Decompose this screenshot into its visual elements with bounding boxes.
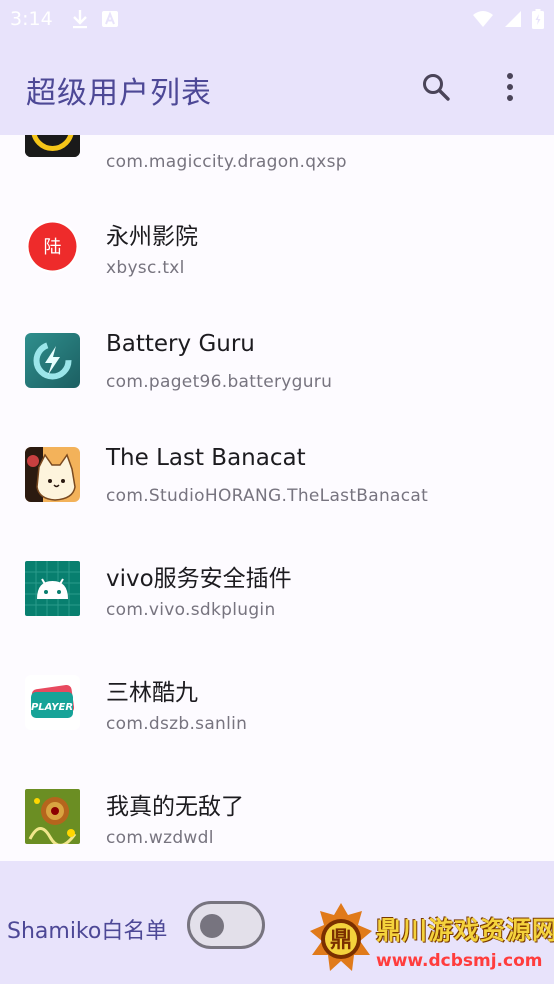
- list-item[interactable]: PLAYER 三林酷九 com.dszb.sanlin: [0, 647, 554, 761]
- shamiko-whitelist-label: Shamiko白名单: [7, 919, 168, 944]
- app-name: 我真的无敌了: [106, 794, 244, 820]
- watermark-url: www.dcbsmj.com: [376, 951, 543, 971]
- list-item[interactable]: 我真的无敌了 com.wzdwdl: [0, 761, 554, 861]
- signal-icon: [505, 11, 521, 27]
- player-icon-text: PLAYER: [31, 702, 73, 713]
- list-item[interactable]: com.magiccity.dragon.qxsp: [0, 135, 554, 172]
- status-system-icons: [472, 9, 544, 29]
- app-name: 永州影院: [106, 224, 198, 250]
- a-badge-icon: [101, 11, 118, 27]
- wifi-icon: [473, 11, 493, 27]
- app-bar: 超级用户列表: [0, 38, 554, 135]
- list-item[interactable]: 陆 永州影院 xbysc.txl: [0, 191, 554, 305]
- status-time: 3:14: [10, 8, 53, 30]
- bottom-panel: Shamiko白名单 鼎 鼎川游戏资源网 www.dcbsmj.com: [0, 861, 554, 984]
- battery-icon: [532, 9, 544, 29]
- app-package: com.magiccity.dragon.qxsp: [106, 152, 347, 172]
- search-icon[interactable]: [420, 71, 452, 103]
- cat-icon: [25, 447, 80, 502]
- list-item[interactable]: vivo服务安全插件 com.vivo.sdkplugin: [0, 533, 554, 647]
- shamiko-whitelist-switch[interactable]: [187, 901, 265, 949]
- battery-guru-icon: [25, 333, 80, 388]
- app-package: com.vivo.sdkplugin: [106, 600, 276, 620]
- download-icon: [72, 10, 87, 29]
- app-package: com.wzdwdl: [106, 828, 214, 848]
- app-name: The Last Banacat: [106, 445, 306, 471]
- app-package: xbysc.txl: [106, 258, 185, 278]
- app-package: com.dszb.sanlin: [106, 714, 248, 734]
- watermark: 鼎 鼎川游戏资源网 www.dcbsmj.com: [308, 901, 554, 984]
- android-icon: [25, 561, 80, 616]
- app-name: Battery Guru: [106, 331, 255, 357]
- superuser-app-list[interactable]: com.magiccity.dragon.qxsp 陆 永州影院 xbysc.t…: [0, 135, 554, 861]
- page-title: 超级用户列表: [26, 76, 212, 111]
- red-circle-icon: 陆: [25, 219, 80, 274]
- watermark-title: 鼎川游戏资源网: [376, 916, 554, 945]
- app-name: 三林酷九: [106, 680, 198, 706]
- watermark-logo-text: 鼎: [330, 928, 352, 953]
- app-package: com.paget96.batteryguru: [106, 372, 333, 392]
- red-circle-icon-text: 陆: [44, 237, 62, 258]
- game-art-icon: [25, 789, 80, 844]
- status-bar: 3:14: [0, 0, 554, 38]
- list-item[interactable]: Battery Guru com.paget96.batteryguru: [0, 305, 554, 419]
- play-circle-icon: [25, 135, 80, 157]
- watermark-logo: 鼎: [310, 903, 372, 971]
- list-item[interactable]: The Last Banacat com.StudioHORANG.TheLas…: [0, 419, 554, 533]
- app-name: vivo服务安全插件: [106, 566, 292, 592]
- player-icon: PLAYER: [25, 675, 80, 730]
- switch-knob: [200, 914, 224, 938]
- more-vert-icon[interactable]: [498, 71, 522, 103]
- app-package: com.StudioHORANG.TheLastBanacat: [106, 486, 429, 506]
- status-notifications: [71, 9, 119, 29]
